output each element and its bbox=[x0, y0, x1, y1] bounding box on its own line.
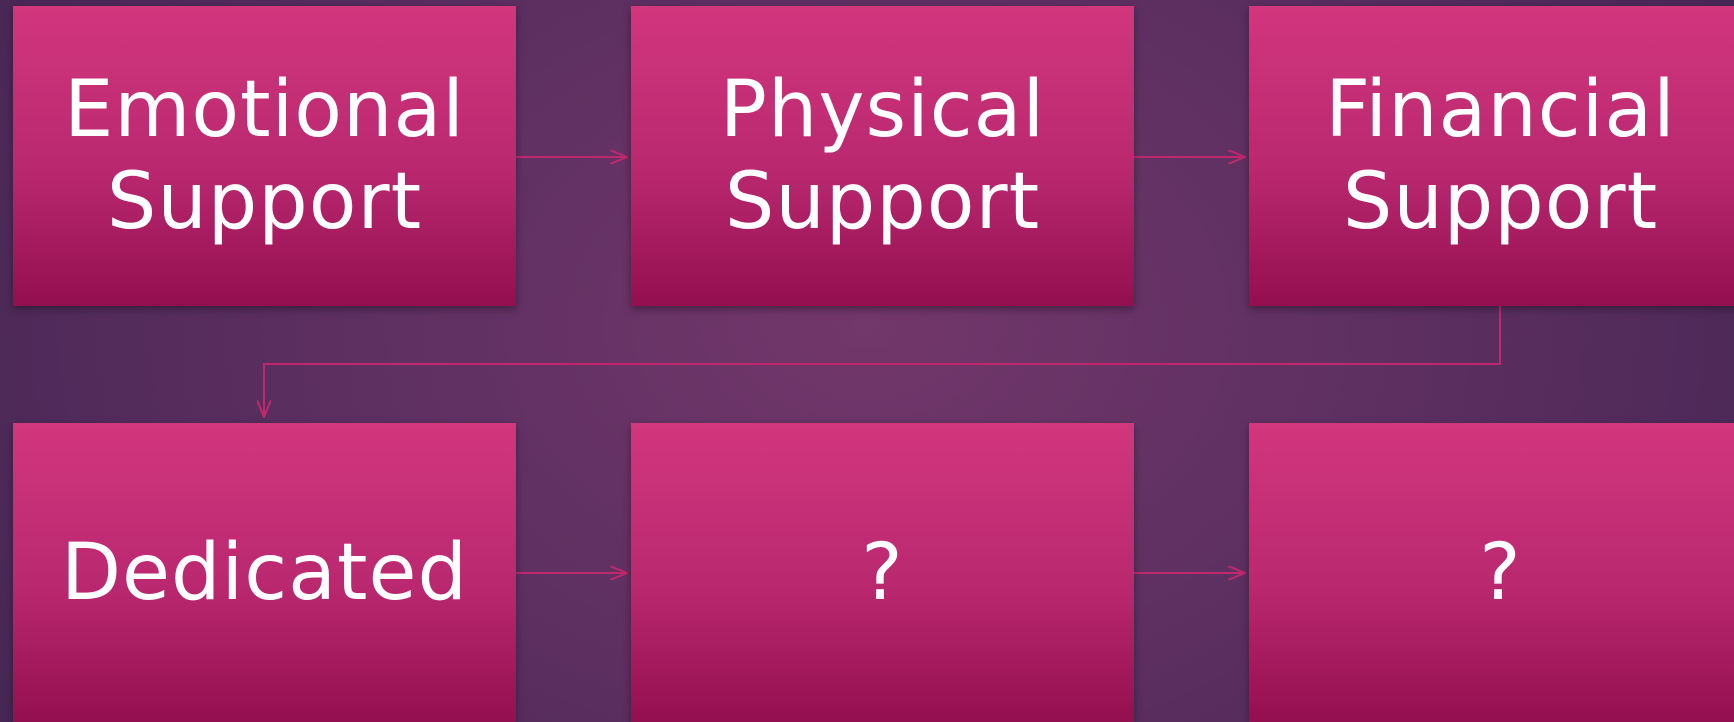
node-label-line1: Financial bbox=[1325, 65, 1676, 155]
node-label-line1: Physical bbox=[719, 65, 1046, 155]
node-physical-support: Physical Support bbox=[631, 6, 1134, 306]
arrow-financial-to-dedicated bbox=[264, 306, 1501, 417]
node-unknown-step-5: ? bbox=[631, 423, 1134, 722]
node-label-line1: Emotional bbox=[64, 65, 465, 155]
node-label-line2: Support bbox=[106, 157, 423, 247]
node-dedicated: Dedicated bbox=[13, 423, 516, 722]
node-unknown-step-6: ? bbox=[1249, 423, 1734, 722]
node-financial-support: Financial Support bbox=[1249, 6, 1734, 306]
node-label-line2: Support bbox=[1342, 157, 1659, 247]
node-label-line1: ? bbox=[861, 528, 904, 618]
node-emotional-support: Emotional Support bbox=[13, 6, 516, 306]
node-label-line1: ? bbox=[1479, 528, 1522, 618]
node-label-line1: Dedicated bbox=[61, 528, 468, 618]
node-label-line2: Support bbox=[724, 157, 1041, 247]
